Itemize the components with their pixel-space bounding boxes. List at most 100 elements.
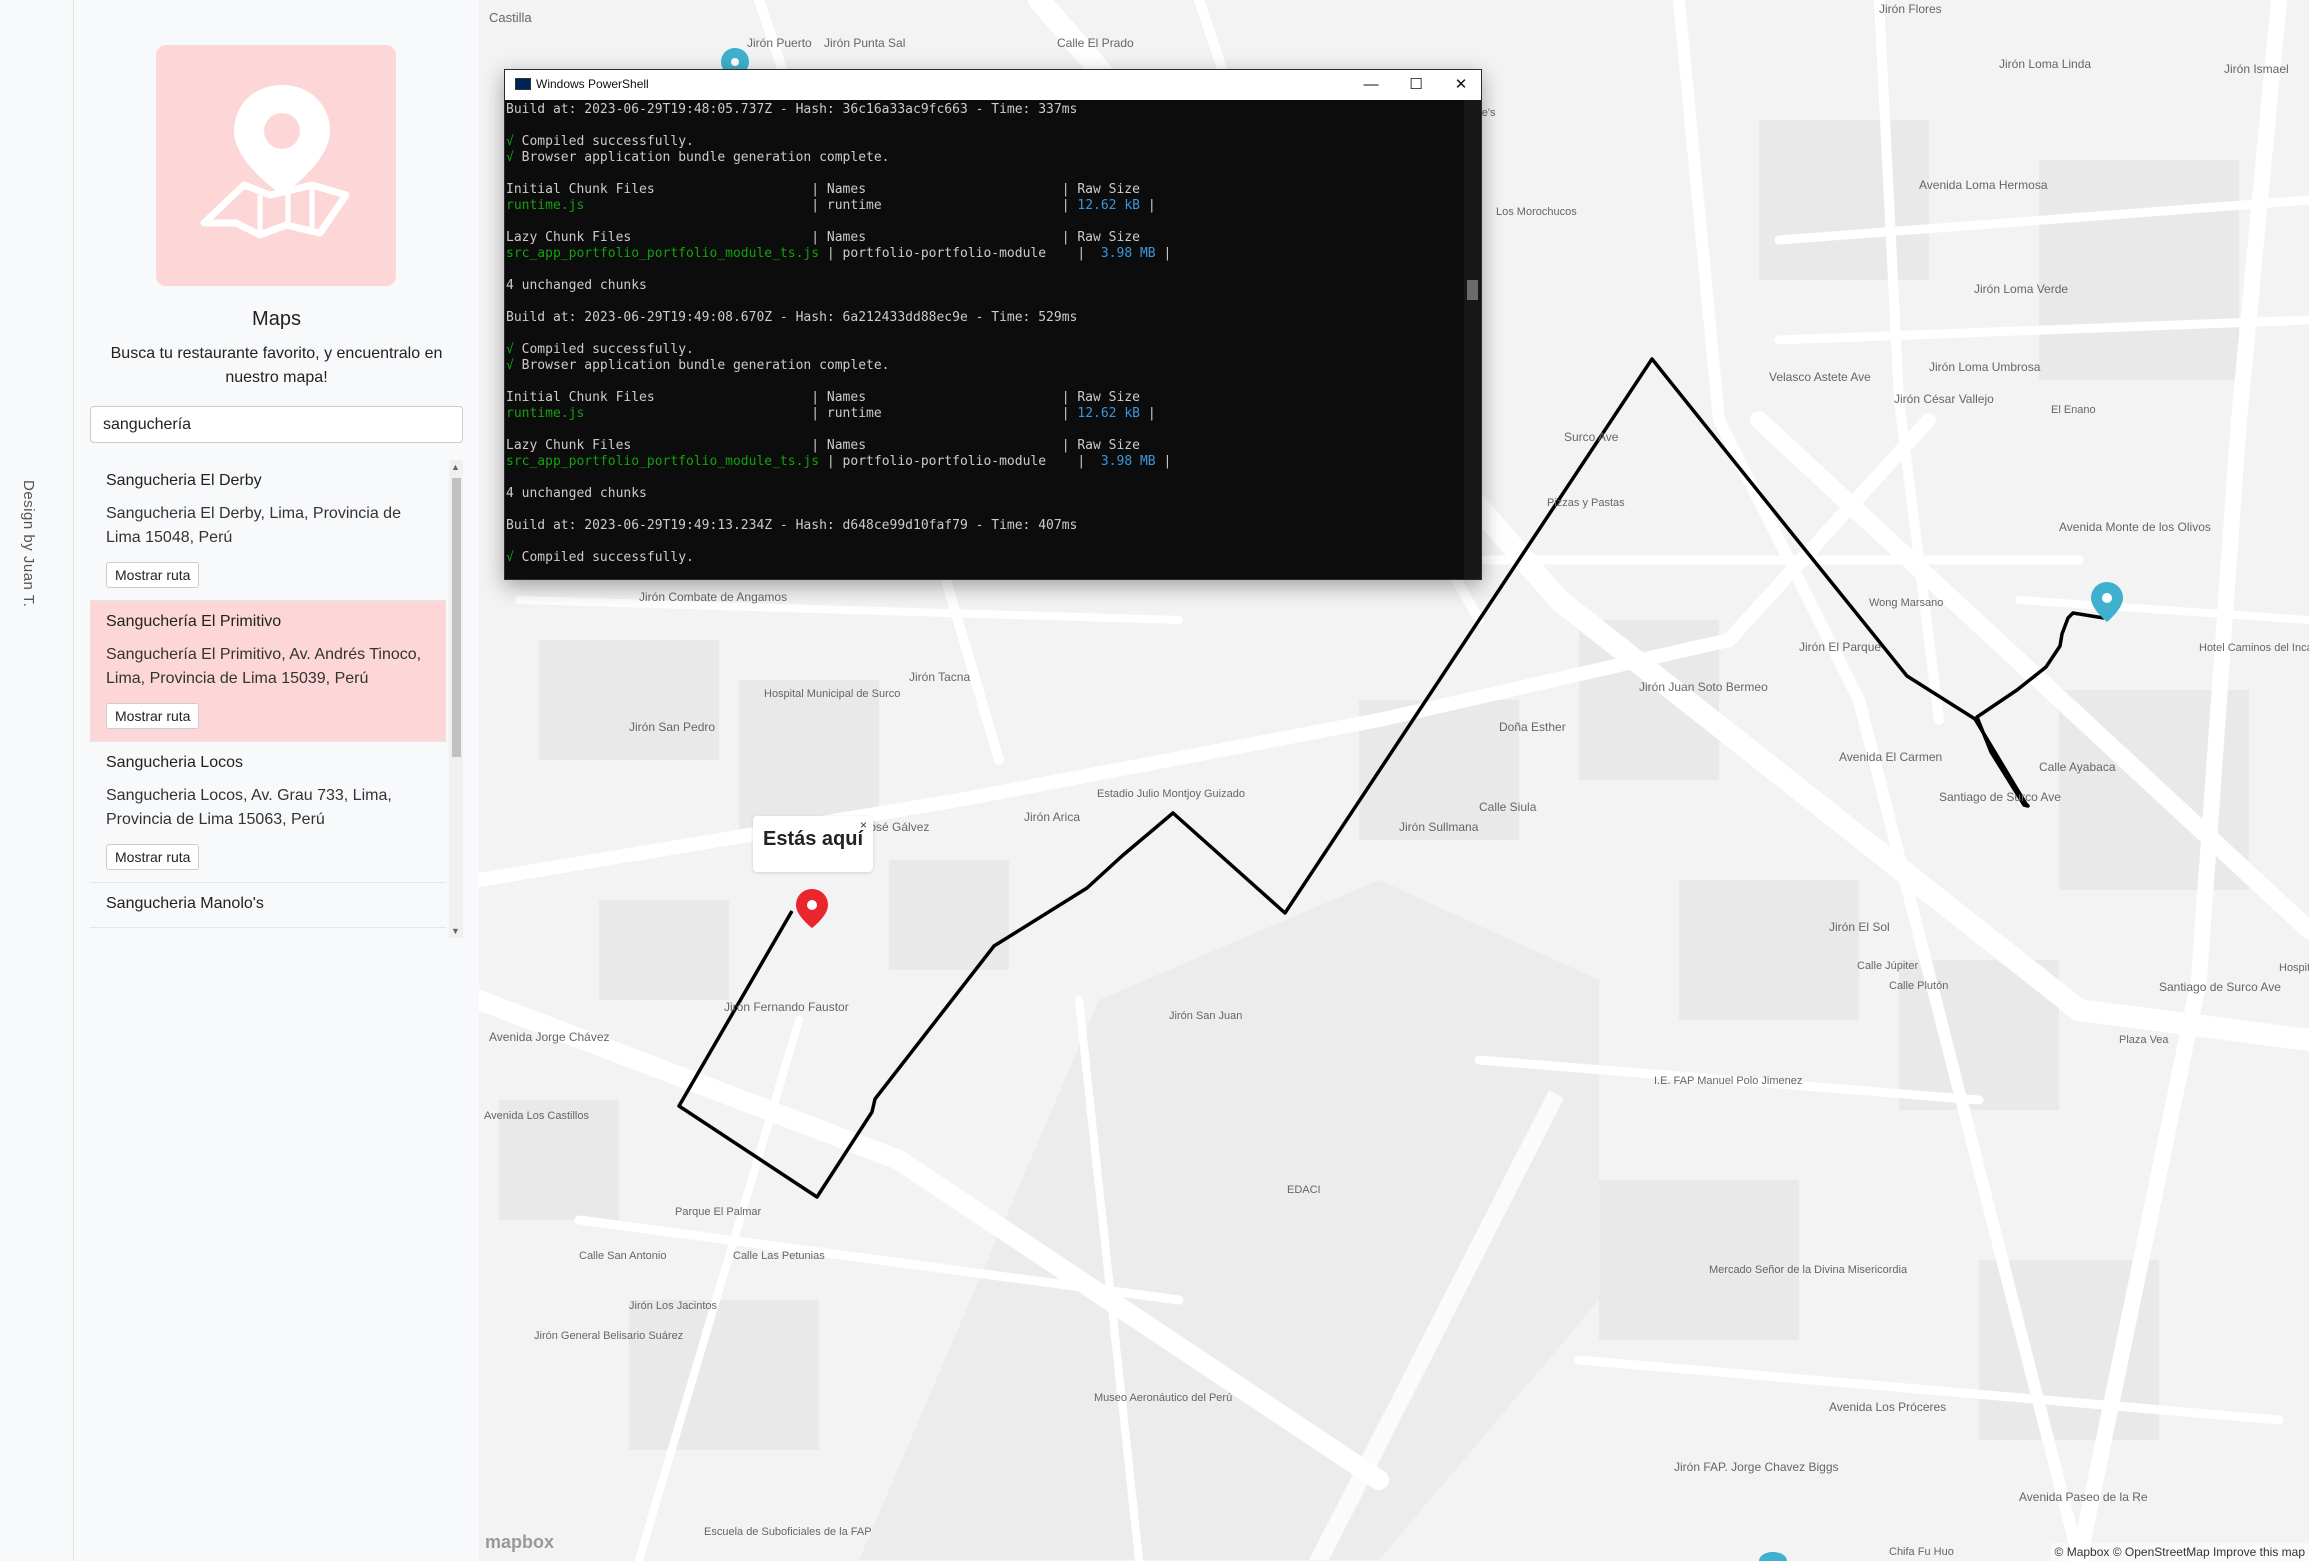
search-input[interactable] — [90, 406, 463, 443]
popup-text: Estás aquí — [763, 828, 864, 850]
terminal-text: | — [1140, 406, 1156, 421]
scroll-up-arrow-icon[interactable]: ▲ — [451, 462, 460, 472]
show-route-button[interactable]: Mostrar ruta — [106, 562, 200, 588]
map-label: Los Morochucos — [1496, 206, 1577, 218]
map-attribution[interactable]: © Mapbox © OpenStreetMap Improve this ma… — [2050, 1543, 2309, 1561]
result-name: Sanguchería El Primitivo — [106, 613, 282, 630]
map-label: Surco Ave — [1564, 430, 1619, 444]
map-label: Jirón Sullmana — [1399, 820, 1479, 834]
mapbox-logo[interactable]: mapbox — [485, 1532, 554, 1553]
terminal-line: runtime.js | runtime | 12.62 kB | — [506, 198, 1463, 214]
app-logo-card — [156, 45, 396, 286]
terminal-text: Initial Chunk Files | Names | Raw Size — [506, 390, 1140, 405]
map-label: Museo Aeronáutico del Perú — [1094, 1392, 1233, 1404]
map-label: Velasco Astete Ave — [1769, 370, 1871, 384]
terminal-text: Build at: 2023-06-29T19:49:13.234Z - Has… — [506, 518, 1078, 533]
map-label: Estadio Julio Montjoy Guizado — [1097, 788, 1245, 800]
terminal-text: Compiled successfully. — [521, 342, 694, 357]
result-item[interactable]: Sangucheria El Derby Sangucheria El Derb… — [90, 460, 446, 601]
list-scrollbar[interactable]: ▲ ▼ — [449, 460, 463, 938]
terminal-line: √ Compiled successfully. — [506, 134, 1463, 150]
location-popup: Estás aquí × — [753, 816, 873, 872]
terminal-line: √ Compiled successfully. — [506, 342, 1463, 358]
map-label: Calle Las Petunias — [733, 1250, 825, 1262]
terminal-text: | — [1155, 246, 1172, 261]
result-item-active[interactable]: Sanguchería El Primitivo Sanguchería El … — [90, 601, 446, 742]
terminal-text: 12.62 kB — [1077, 406, 1140, 421]
terminal-text: | runtime | — [584, 198, 1078, 213]
show-route-button[interactable]: Mostrar ruta — [106, 703, 200, 729]
map-label: Jirón Tacna — [909, 670, 971, 684]
scroll-down-arrow-icon[interactable]: ▼ — [451, 926, 460, 936]
terminal-text: √ — [506, 134, 522, 149]
map-label: Jirón César Vallejo — [1894, 392, 1994, 406]
show-route-button[interactable]: Mostrar ruta — [106, 844, 200, 870]
terminal-line: Build at: 2023-06-29T19:49:08.670Z - Has… — [506, 310, 1463, 326]
minimize-button[interactable]: — — [1351, 74, 1391, 96]
popup-close-icon[interactable]: × — [860, 818, 867, 832]
terminal-text: runtime.js — [506, 406, 585, 421]
map-label: Jirón Loma Verde — [1974, 282, 2069, 296]
maximize-button[interactable]: ☐ — [1396, 74, 1436, 96]
map-label: Calle Plutón — [1889, 980, 1949, 992]
close-button[interactable]: ✕ — [1441, 74, 1481, 96]
terminal-scroll-thumb[interactable] — [1467, 280, 1478, 300]
terminal-text: √ — [506, 550, 522, 565]
terminal-line: √ Browser application bundle generation … — [506, 358, 1463, 374]
map-label: I.E. FAP Manuel Polo Jimenez — [1654, 1075, 1803, 1087]
terminal-output[interactable]: Build at: 2023-06-29T19:48:05.737Z - Has… — [505, 100, 1463, 579]
result-name: Sangucheria Locos — [106, 754, 243, 771]
map-label: Jirón Arica — [1024, 810, 1081, 824]
map-label: Hotel Caminos del Inca Inn — [2199, 642, 2309, 654]
terminal-line: Lazy Chunk Files | Names | Raw Size — [506, 230, 1463, 246]
map-label: Jirón Puerto — [747, 36, 812, 50]
map-label: Avenida Jorge Chávez — [489, 1030, 610, 1044]
map-label: Avenida Paseo de la Re — [2019, 1490, 2148, 1504]
map-label: Santiago de Surco Ave — [1939, 790, 2061, 804]
terminal-text: 4 unchanged chunks — [506, 486, 647, 501]
map-label: Jirón Fernando Faustor — [724, 1000, 849, 1014]
map-label: Avenida El Carmen — [1839, 750, 1943, 764]
map-label: Jirón Punta Sal — [824, 36, 906, 50]
result-item[interactable]: Sangucheria Manolo's — [90, 883, 446, 928]
map-label: Jirón General Belisario Suárez — [534, 1330, 684, 1342]
terminal-scrollbar[interactable] — [1464, 100, 1481, 579]
powershell-titlebar[interactable]: Windows PowerShell — ☐ ✕ — [505, 70, 1481, 100]
map-label: Jirón Loma Linda — [1999, 57, 2092, 71]
result-item[interactable]: Sangucheria Locos Sangucheria Locos, Av.… — [90, 742, 446, 883]
terminal-line: Build at: 2023-06-29T19:49:13.234Z - Has… — [506, 518, 1463, 534]
powershell-window[interactable]: Windows PowerShell — ☐ ✕ Build at: 2023-… — [504, 69, 1482, 580]
scroll-thumb[interactable] — [452, 478, 461, 757]
terminal-text: Browser application bundle generation co… — [521, 150, 890, 165]
map-label: Plaza Vea — [2119, 1034, 2169, 1046]
map-label: Jirón San Pedro — [629, 720, 716, 734]
terminal-text: √ — [506, 358, 522, 373]
map-label: Castilla — [489, 10, 532, 25]
page-title: Maps — [252, 308, 301, 330]
terminal-line: src_app_portfolio_portfolio_module_ts.js… — [506, 454, 1463, 470]
map-label: Jirón Los Jacintos — [629, 1300, 718, 1312]
map-label: Hospit — [2279, 962, 2309, 974]
map-label: Calle San Antonio — [579, 1250, 667, 1262]
powershell-icon — [515, 78, 531, 90]
terminal-text: 3.98 MB — [1100, 246, 1156, 261]
map-label: Calle Júpiter — [1857, 960, 1919, 972]
terminal-text: Browser application bundle generation co… — [521, 358, 890, 373]
credit-text: Design by Juan T. — [20, 480, 37, 608]
map-label: Jirón FAP. Jorge Chavez Biggs — [1674, 1460, 1839, 1474]
results-list[interactable]: Sangucheria El Derby Sangucheria El Derb… — [90, 460, 463, 938]
terminal-text: √ — [506, 342, 522, 357]
terminal-text: √ — [506, 150, 522, 165]
terminal-text: | portfolio-portfolio-module | — [819, 454, 1101, 469]
map-pin-logo-icon — [200, 85, 350, 239]
result-address: Sangucheria El Derby, Lima, Provincia de… — [106, 505, 401, 546]
page-subtitle: Busca tu restaurante favorito, y encuent… — [110, 345, 443, 386]
